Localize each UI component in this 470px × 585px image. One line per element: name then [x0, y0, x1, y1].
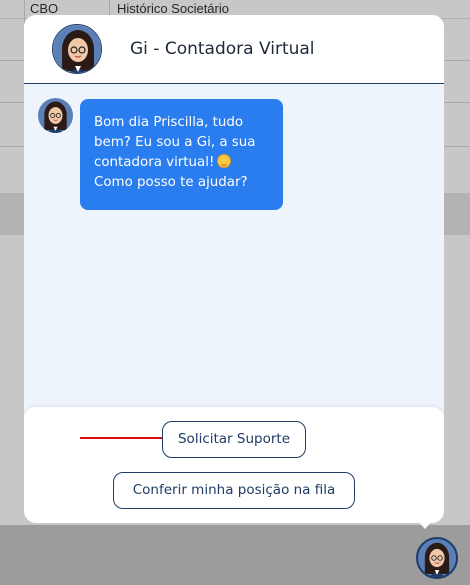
- chat-messages: Bom dia Priscilla, tudo bem? Eu sou a Gi…: [24, 84, 444, 423]
- chat-header: Gi - Contadora Virtual: [24, 15, 444, 84]
- message-line: Bom dia Priscilla, tudo: [94, 115, 244, 130]
- message-line: contadora virtual!: [94, 155, 215, 170]
- chat-window: Gi - Contadora Virtual Bom dia Priscilla…: [24, 15, 444, 523]
- request-support-button[interactable]: Solicitar Suporte: [162, 421, 306, 458]
- message-line: bem? Eu sou a Gi, a sua: [94, 135, 256, 150]
- chat-launcher-button[interactable]: [416, 537, 458, 579]
- assistant-avatar-icon: [52, 24, 102, 74]
- assistant-avatar-icon: [38, 98, 73, 133]
- chat-actions: Solicitar Suporte Conferir minha posição…: [24, 407, 444, 523]
- assistant-message-bubble: Bom dia Priscilla, tudo bem? Eu sou a Gi…: [80, 99, 283, 210]
- check-queue-position-button[interactable]: Conferir minha posição na fila: [113, 472, 355, 509]
- assistant-avatar-icon: [418, 539, 456, 577]
- message-line: Como posso te ajudar?: [94, 175, 248, 190]
- chat-window-pointer: [416, 519, 434, 529]
- message-line-with-emoji: contadora virtual!: [94, 153, 269, 173]
- chat-title: Gi - Contadora Virtual: [130, 39, 315, 59]
- smiling-face-with-hearts-icon: [217, 154, 232, 168]
